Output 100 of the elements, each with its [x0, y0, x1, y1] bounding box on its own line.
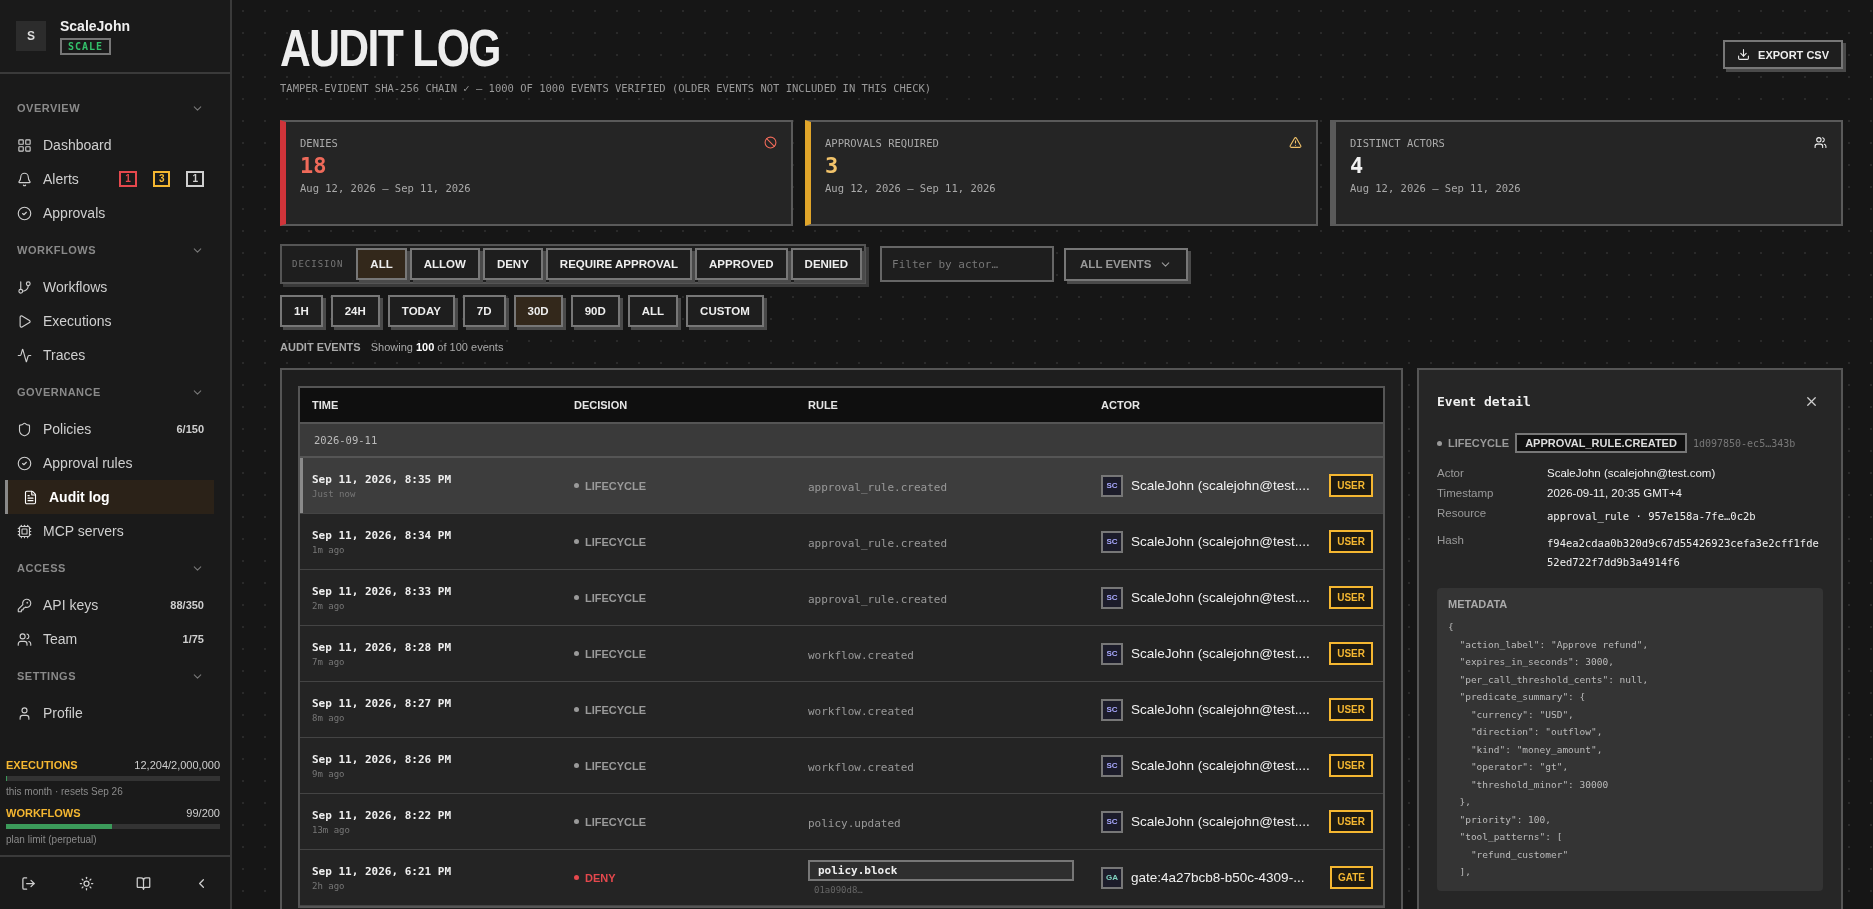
bell-icon [17, 171, 32, 187]
time-range-option[interactable]: 90D [570, 295, 620, 327]
metadata-title: METADATA [1448, 598, 1509, 610]
code-line: "priority": 100, [1458, 812, 1552, 827]
rule-tag: policy.block [808, 860, 1074, 881]
decision-option[interactable]: ALLOW [409, 248, 480, 280]
decision-label: DENY [574, 871, 808, 884]
decision-label: LIFECYCLE [574, 703, 808, 716]
nav-section-title: GOVERNANCE [17, 386, 101, 398]
event-category: LIFECYCLE [1437, 437, 1510, 449]
nav-item[interactable]: MCP servers [5, 514, 214, 548]
code-line: "threshold_minor": 30000 [1469, 777, 1610, 792]
actor-initials: SC [1101, 642, 1123, 665]
event-row[interactable]: Sep 11, 2026, 8:22 PM 13m ago LIFECYCLE policy.updated SC ScaleJohn (scalejohn@test.... USER [300, 794, 1383, 850]
stat-range: Aug 12, 2026 – Sep 11, 2026 [1350, 182, 1522, 194]
event-type-tag: APPROVAL_RULE.CREATED [1515, 433, 1687, 453]
time-range-option[interactable]: 24H [330, 295, 380, 327]
event-row[interactable]: Sep 11, 2026, 8:27 PM 8m ago LIFECYCLE workflow.created SC ScaleJohn (scalejohn@test.... USER [300, 682, 1383, 738]
relative-time: 1m ago [312, 544, 346, 555]
field-label: Resource [1437, 507, 1488, 521]
code-line: "direction": "outflow", [1469, 725, 1604, 739]
actor-name: ScaleJohn (scalejohn@test.... [1131, 758, 1311, 773]
branch-icon [17, 279, 32, 295]
nav-section-title: WORKFLOWS [17, 244, 97, 256]
decision-label: LIFECYCLE [574, 591, 808, 604]
code-line: { [1448, 620, 1455, 634]
event-row[interactable]: Sep 11, 2026, 8:26 PM 9m ago LIFECYCLE workflow.created SC ScaleJohn (scalejohn@test.... USER [300, 738, 1383, 794]
alert-count-badge: 3 [152, 171, 171, 187]
event-row[interactable]: Sep 11, 2026, 8:34 PM 1m ago LIFECYCLE approval_rule.created SC ScaleJohn (scalejohn@test.... USER [300, 514, 1383, 570]
book-icon [136, 875, 152, 891]
workspace-avatar: S [16, 21, 46, 51]
event-type-select[interactable]: ALL EVENTS [1064, 247, 1189, 281]
stat-label: DENIES [300, 136, 338, 149]
time-range-option[interactable]: 7D [462, 295, 506, 327]
stat-value: 3 [825, 153, 840, 178]
decision-option[interactable]: DENIED [790, 248, 863, 280]
download-icon [1737, 48, 1751, 61]
nav-item[interactable]: Workflows [5, 270, 214, 304]
export-button[interactable]: EXPORT CSV [1723, 40, 1843, 69]
actor-filter-field[interactable]: Filter by actor… [880, 246, 1055, 282]
nav-section-title: SETTINGS [17, 670, 76, 682]
actor-role-badge: USER [1329, 530, 1373, 553]
time-range-option[interactable]: TODAY [387, 295, 455, 327]
time-range-option[interactable]: 30D [513, 295, 563, 327]
nav-label: Audit log [49, 489, 111, 505]
sun-icon [78, 875, 94, 891]
nav-item[interactable]: Alerts 1 3 1 [5, 162, 214, 196]
decision-label: LIFECYCLE [574, 759, 808, 772]
event-time: Sep 11, 2026, 8:26 PM [312, 752, 453, 766]
usage-caption: plan limit (perpetual) [6, 834, 98, 845]
relative-time: 9m ago [312, 768, 346, 779]
nav-item[interactable]: API keys 88/350 [5, 588, 214, 622]
event-row[interactable]: Sep 11, 2026, 8:28 PM 7m ago LIFECYCLE workflow.created SC ScaleJohn (scalejohn@test.... USER [300, 626, 1383, 682]
event-row[interactable]: Sep 11, 2026, 6:21 PM 2h ago DENY policy.block 01a090d8… GA gate:4a27bcb8-b50c-4309-... GATE [300, 850, 1383, 906]
decision-label: LIFECYCLE [574, 647, 808, 660]
time-range-option[interactable]: CUSTOM [686, 295, 764, 327]
nav-item[interactable]: Team 1/75 [5, 622, 214, 656]
rule-name: approval_rule.created [808, 592, 948, 606]
nav-item[interactable]: Traces [5, 338, 214, 372]
actor-initials: SC [1101, 810, 1123, 833]
rule-name: policy.updated [808, 816, 901, 830]
event-time: Sep 11, 2026, 6:21 PM [312, 864, 453, 878]
shield-icon [17, 421, 32, 437]
stat-value: 4 [1350, 153, 1365, 178]
warning-icon [1289, 136, 1302, 149]
code-line: "refund_customer" [1469, 847, 1570, 862]
nav-label: Team [43, 631, 79, 647]
time-range-option[interactable]: 1H [280, 295, 323, 327]
rule-name: workflow.created [808, 704, 914, 718]
nav-label: Workflows [43, 279, 109, 295]
code-line: "tool_patterns": [ [1458, 830, 1564, 844]
page-title: AUDIT LOG [280, 18, 501, 78]
alert-count-badge: 1 [186, 171, 204, 187]
actor-initials: SC [1101, 474, 1123, 497]
key-icon [17, 597, 32, 613]
column-header: ACTOR [1101, 399, 1141, 411]
usage-caption: this month · resets Sep 26 [6, 786, 124, 797]
panel-title: Event detail [1437, 394, 1531, 409]
nav-item[interactable]: Executions [5, 304, 214, 338]
time-range-option[interactable]: ALL [627, 295, 679, 327]
decision-option[interactable]: ALL [356, 248, 407, 280]
nav-label: API keys [43, 597, 100, 613]
column-header: RULE [808, 399, 839, 411]
event-row[interactable]: Sep 11, 2026, 8:33 PM 2m ago LIFECYCLE approval_rule.created SC ScaleJohn (scalejohn@test.... USER [300, 570, 1383, 626]
decision-option[interactable]: DENY [482, 248, 543, 280]
nav-item[interactable]: Profile [5, 696, 214, 730]
nav-item[interactable]: Approval rules [5, 446, 214, 480]
nav-item[interactable]: Policies 6/150 [5, 412, 214, 446]
nav-item[interactable]: Audit log [5, 480, 214, 514]
field-value: ScaleJohn (scalejohn@test.com) [1547, 467, 1717, 479]
nav-item[interactable]: Dashboard [5, 128, 214, 162]
actor-name: ScaleJohn (scalejohn@test.... [1131, 646, 1311, 661]
actor-initials: SC [1101, 754, 1123, 777]
events-count: Showing 100 of 100 events [370, 341, 504, 353]
nav-label: Approvals [43, 205, 107, 221]
decision-option[interactable]: APPROVED [695, 248, 788, 280]
field-label: Actor [1437, 467, 1465, 479]
decision-option[interactable]: REQUIRE APPROVAL [545, 248, 693, 280]
nav-item[interactable]: Approvals [5, 196, 214, 230]
nav-label: Policies [43, 421, 93, 437]
